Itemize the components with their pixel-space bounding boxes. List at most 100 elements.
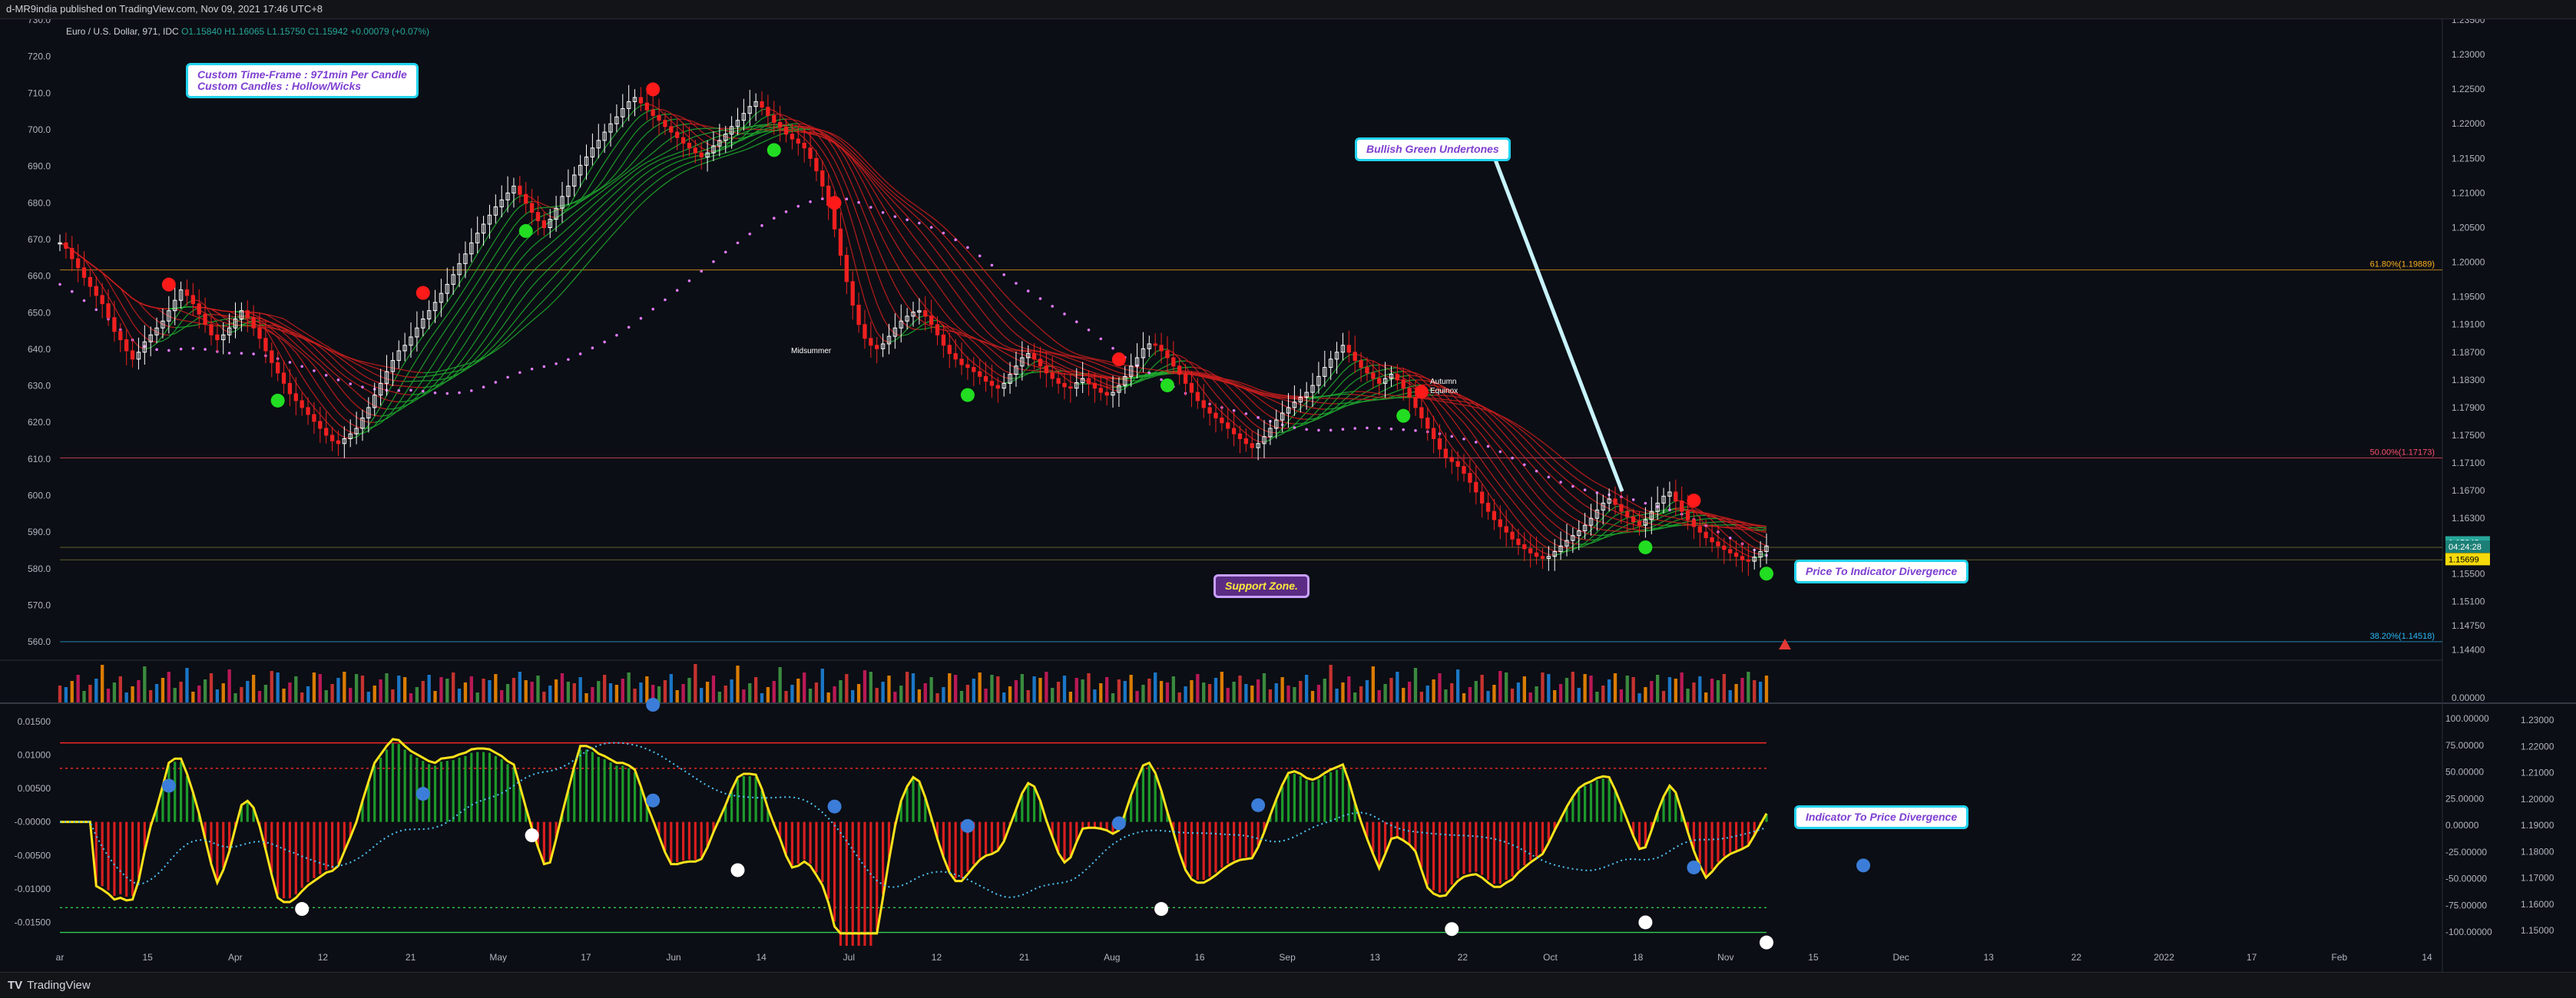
volume-bar <box>1141 685 1144 702</box>
candle-body <box>1069 387 1072 388</box>
candle-body <box>306 408 310 415</box>
histogram-bar <box>1293 774 1296 822</box>
osc-right-tick: 100.00000 <box>2445 713 2489 724</box>
slow-ma-dot <box>930 226 933 229</box>
volume-bar <box>1668 677 1671 702</box>
osc-right2-tick: 1.22000 <box>2521 741 2554 752</box>
ribbon-segment <box>211 314 217 315</box>
slow-ma-dot <box>712 260 715 263</box>
ribbon-segment <box>381 415 387 416</box>
histogram-bar <box>1608 779 1611 821</box>
histogram-bar <box>1336 770 1338 822</box>
volume-bar <box>58 686 61 702</box>
ribbon-segment <box>1319 414 1325 415</box>
volume-bar <box>137 680 140 702</box>
volume-bar <box>1511 689 1514 702</box>
ribbon-segment <box>1107 387 1113 388</box>
histogram-bar <box>688 822 690 860</box>
candle-body <box>1093 383 1096 388</box>
slow-ma-dot <box>1366 427 1369 430</box>
slow-ma-dot <box>1390 428 1393 431</box>
histogram-bar <box>119 822 121 894</box>
tradingview-chart[interactable]: 730.0720.0710.0700.0690.0680.0670.0660.0… <box>0 0 2576 997</box>
symbol-legend[interactable]: Euro / U.S. Dollar, 971, IDC O1.15840 H1… <box>66 26 429 37</box>
histogram-bar <box>1342 767 1344 821</box>
left-axis-tick: 660.0 <box>28 271 51 282</box>
histogram-bar <box>495 756 497 822</box>
volume-bar <box>536 676 539 702</box>
volume-bar <box>1190 680 1193 702</box>
osc-right-tick: 75.00000 <box>2445 740 2484 751</box>
candle-body <box>282 373 285 384</box>
histogram-bar <box>325 822 327 871</box>
volume-bar <box>1311 691 1314 702</box>
candle-body <box>336 441 339 444</box>
candle-body <box>216 335 219 339</box>
volume-bar <box>1323 679 1326 702</box>
volume-bar <box>1740 678 1743 702</box>
volume-bar <box>1280 677 1283 702</box>
sell-signal-dot <box>1687 494 1700 507</box>
volume-bar <box>385 673 388 702</box>
sell-signal-dot <box>646 82 660 96</box>
volume-bar <box>578 677 581 702</box>
volume-bar <box>1317 685 1320 702</box>
slow-ma-dot <box>1462 438 1465 441</box>
candle-body <box>1426 418 1429 428</box>
volume-bar <box>1644 687 1647 702</box>
volume-bar <box>1227 688 1230 702</box>
volume-bar <box>1674 679 1677 702</box>
histogram-bar <box>949 822 951 871</box>
histogram-bar <box>1426 822 1429 885</box>
volume-bar <box>1468 687 1472 702</box>
slow-ma-dot <box>83 299 86 302</box>
ribbon-segment <box>1730 528 1737 529</box>
tradingview-logo[interactable]: TVTradingView <box>8 979 91 992</box>
histogram-bar <box>319 822 321 874</box>
candle-body <box>700 153 703 157</box>
volume-bar <box>1541 672 1544 702</box>
ribbon-segment <box>223 311 230 312</box>
volume-bar <box>706 682 709 702</box>
osc-white-dot <box>295 902 309 916</box>
histogram-bar <box>1590 783 1592 821</box>
slow-ma-dot <box>796 205 800 208</box>
histogram-bar <box>1529 822 1531 861</box>
ribbon-segment <box>1657 527 1664 528</box>
volume-bar <box>1202 682 1205 702</box>
slow-ma-dot <box>1233 409 1236 412</box>
candle-body <box>258 328 261 339</box>
volume-bar <box>760 693 763 702</box>
histogram-bar <box>137 822 140 878</box>
histogram-bar <box>506 764 508 821</box>
candle-body <box>924 311 927 316</box>
time-axis-tick: Jun <box>666 952 680 963</box>
time-axis-tick: Oct <box>1543 952 1558 963</box>
volume-bar <box>1184 686 1187 702</box>
slow-ma-dot <box>1414 429 1417 432</box>
candle-body <box>1420 408 1423 418</box>
histogram-bar <box>1499 822 1502 884</box>
ribbon-segment <box>405 376 411 377</box>
osc-white-dot <box>1154 902 1168 916</box>
osc-right2-tick: 1.23000 <box>2521 715 2554 725</box>
slow-ma-dot <box>1160 378 1163 382</box>
volume-bar <box>161 678 164 702</box>
slow-ma-dot <box>204 348 207 351</box>
volume-bar <box>1045 672 1048 702</box>
left-axis-tick: 640.0 <box>28 344 51 355</box>
candle-body <box>1196 392 1199 401</box>
candle-body <box>839 229 842 255</box>
slow-ma-dot <box>300 365 303 368</box>
volume-bar <box>1383 684 1386 702</box>
osc-left-tick: -0.01000 <box>15 884 51 894</box>
volume-bar <box>1214 678 1217 702</box>
volume-bar <box>1759 682 1762 702</box>
ribbon-segment <box>1022 369 1028 370</box>
volume-bar <box>1523 676 1526 702</box>
ribbon-segment <box>1440 399 1446 400</box>
ribbon-segment <box>780 119 786 120</box>
candle-body <box>1631 517 1634 521</box>
volume-bar <box>222 683 225 702</box>
slow-ma-dot <box>1535 470 1538 473</box>
